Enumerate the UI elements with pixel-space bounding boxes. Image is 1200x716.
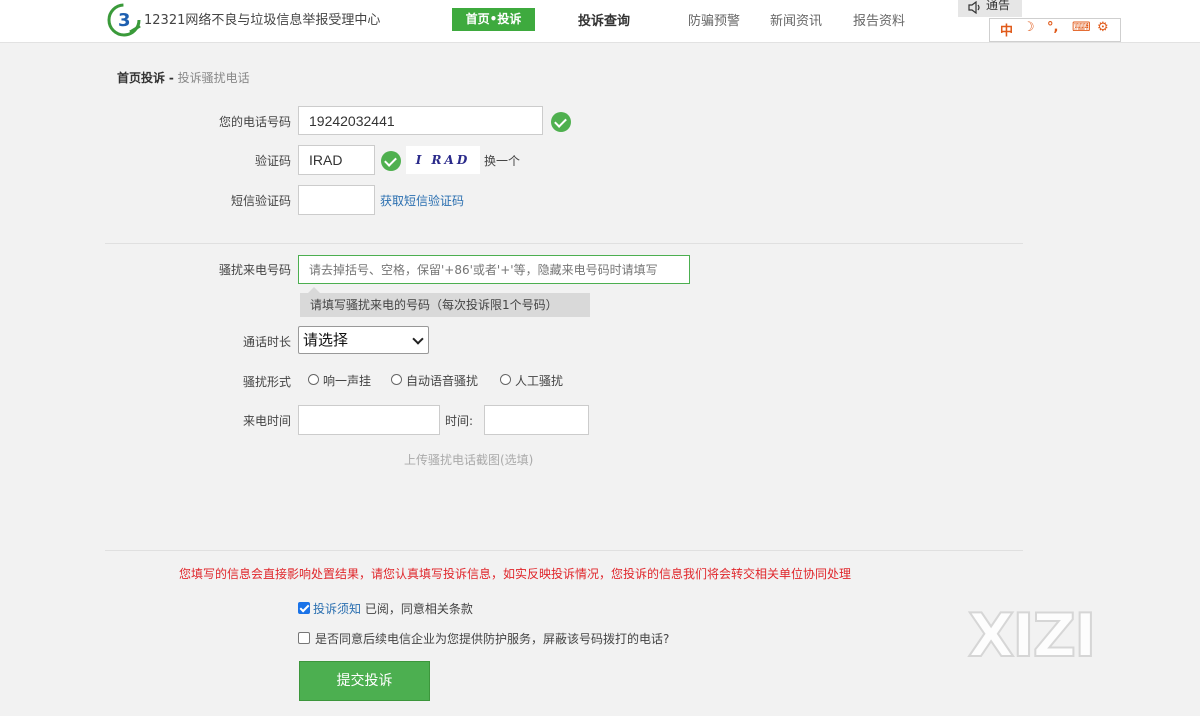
captcha-image[interactable]: I RAD (406, 146, 480, 174)
ime-moon-icon[interactable]: ☽ (1023, 20, 1035, 35)
breadcrumb-home[interactable]: 首页投诉 (117, 71, 165, 85)
complaint-notice-link[interactable]: 投诉须知 (313, 602, 361, 616)
chevron-down-icon (412, 333, 424, 345)
phone-label: 您的电话号码 (218, 115, 291, 129)
ime-keyboard-icon[interactable]: ⌨ (1072, 20, 1091, 35)
call-date-input[interactable] (298, 405, 440, 435)
breadcrumb: 首页投诉 - 投诉骚扰电话 (117, 69, 250, 86)
call-time-label: 时间: (445, 414, 474, 428)
duration-label: 通话时长 (242, 335, 291, 349)
protection-service-label: 是否同意后续电信企业为您提供防护服务，屏蔽该号码拨打的电话? (315, 632, 670, 646)
footer-divider (105, 550, 1023, 551)
radio-ring-once-label[interactable]: 响一声挂 (323, 372, 371, 389)
captcha-input[interactable] (298, 145, 375, 175)
sms-code-input[interactable] (298, 185, 375, 215)
section-divider (105, 243, 1023, 244)
upload-screenshot-link[interactable]: 上传骚扰电话截图(选填) (404, 451, 533, 468)
harass-number-input[interactable] (298, 255, 690, 284)
nav-reports[interactable]: 报告资料 (853, 10, 905, 29)
site-title: 12321网络不良与垃圾信息举报受理中心 (144, 13, 381, 28)
call-date-label: 来电时间 (242, 414, 291, 428)
agree-terms-label: 已阅，同意相关条款 (364, 602, 473, 616)
get-sms-code-link[interactable]: 获取短信验证码 (380, 192, 464, 209)
nav-complaint-query[interactable]: 投诉查询 (578, 10, 630, 29)
warning-message: 您填写的信息会直接影响处置结果，请您认真填写投诉信息，如实反映投诉情况，您投诉的… (179, 567, 852, 581)
nav-fraud-alert[interactable]: 防骗预警 (688, 10, 740, 29)
radio-ring-once[interactable] (308, 374, 319, 385)
captcha-label: 验证码 (254, 154, 291, 168)
radio-manual-label[interactable]: 人工骚扰 (515, 372, 563, 389)
nav-home-report[interactable]: 首页•投诉 (452, 8, 535, 31)
breadcrumb-current: 投诉骚扰电话 (177, 71, 250, 85)
top-navigation-bar: 3 12321网络不良与垃圾信息举报受理中心 首页•投诉 投诉查询 防骗预警 新… (0, 0, 1200, 43)
call-time-input[interactable] (484, 405, 589, 435)
ime-toolbar: 中 ☽ °, ⌨ ⚙ (989, 18, 1121, 42)
breadcrumb-separator: - (168, 71, 174, 85)
captcha-refresh-link[interactable]: 换一个 (484, 152, 520, 169)
duration-select[interactable]: 请选择 (298, 326, 429, 354)
notice-label: 通告 (986, 0, 1011, 12)
radio-auto-voice[interactable] (391, 374, 402, 385)
radio-auto-voice-label[interactable]: 自动语音骚扰 (406, 372, 478, 389)
harass-type-label: 骚扰形式 (242, 375, 291, 389)
ime-settings-icon[interactable]: ⚙ (1097, 20, 1109, 35)
nav-news[interactable]: 新闻资讯 (770, 10, 822, 29)
radio-manual[interactable] (500, 374, 511, 385)
agree-terms-checkbox[interactable] (298, 602, 310, 614)
captcha-valid-check-icon (381, 151, 401, 171)
phone-input[interactable] (298, 106, 543, 135)
12321-logo-icon[interactable]: 3 (106, 2, 142, 38)
harass-number-label: 骚扰来电号码 (218, 263, 291, 277)
protection-service-checkbox[interactable] (298, 632, 310, 644)
agree-terms-text: 投诉须知 已阅，同意相关条款 (313, 600, 473, 617)
sms-label: 短信验证码 (230, 194, 291, 208)
notice-button[interactable]: 通告 (958, 0, 1022, 17)
phone-valid-check-icon (551, 112, 571, 132)
harass-number-hint-tooltip: 请填写骚扰来电的号码（每次投诉限1个号码） (300, 287, 590, 317)
duration-selected-value: 请选择 (303, 331, 349, 349)
xizi-watermark: XIZI (967, 601, 1097, 671)
ime-chinese-mode-icon[interactable]: 中 (1000, 20, 1013, 39)
submit-complaint-button[interactable]: 提交投诉 (299, 661, 430, 701)
ime-punctuation-icon[interactable]: °, (1047, 20, 1058, 35)
svg-text:3: 3 (118, 10, 131, 31)
speaker-icon (968, 1, 980, 14)
